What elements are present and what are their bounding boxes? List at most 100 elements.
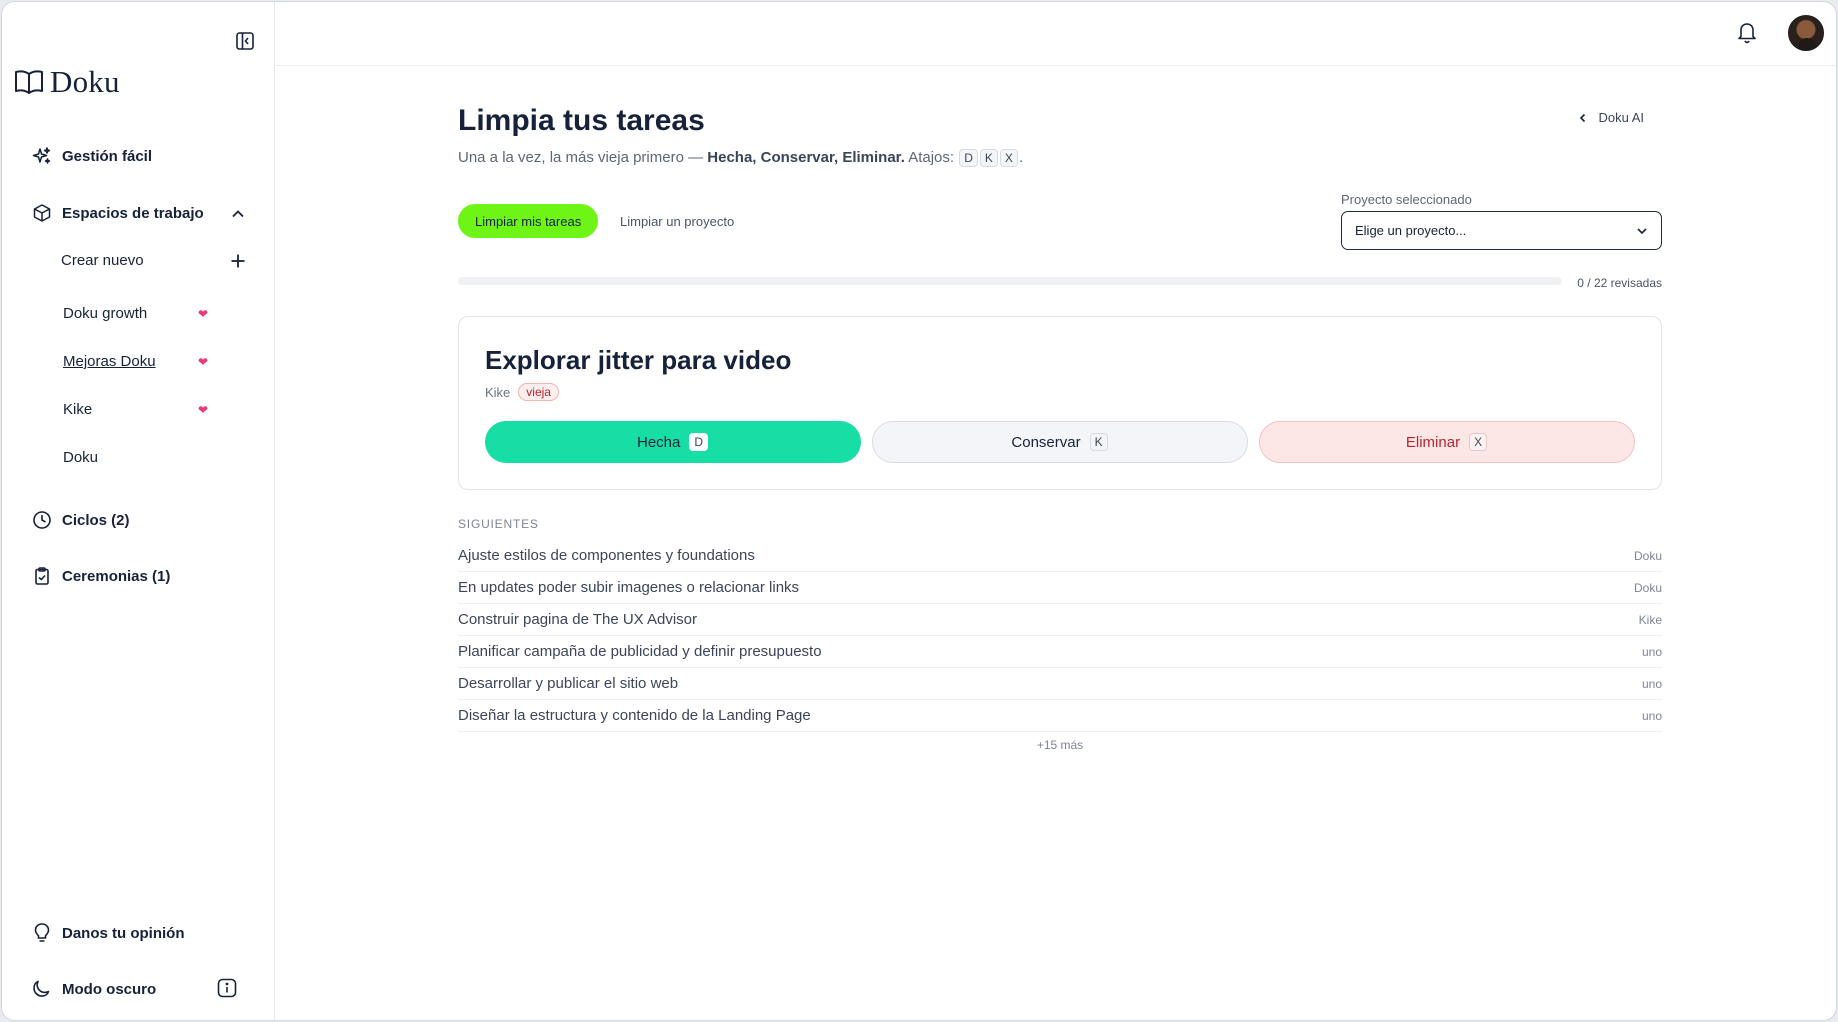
heart-icon: ❤ <box>197 354 208 369</box>
info-button[interactable] <box>217 978 237 1003</box>
subtitle-prefix: Una a la vez, la más vieja primero — <box>458 149 708 166</box>
page-subtitle: Una a la vez, la más vieja primero — Hec… <box>458 149 1024 168</box>
page-title: Limpia tus tareas <box>458 104 705 137</box>
next-task-project: Doku <box>1633 580 1662 595</box>
doku-ai-label: Doku AI <box>1598 110 1644 125</box>
next-task-project: uno <box>1641 676 1662 691</box>
shortcut-key-x: X <box>999 149 1018 168</box>
nav-label: Ciclos (2) <box>62 511 130 529</box>
workspaces-collapse-toggle[interactable] <box>230 206 246 227</box>
create-workspace-label: Crear nuevo <box>61 252 144 269</box>
cube-icon <box>33 204 51 222</box>
next-task-title: Diseñar la estructura y contenido de la … <box>458 707 811 724</box>
action-label: Hecha <box>636 433 681 451</box>
delete-button[interactable]: Eliminar X <box>1259 421 1635 463</box>
app-name: Doku <box>50 64 120 99</box>
next-task-row[interactable]: Diseñar la estructura y contenido de la … <box>458 700 1662 732</box>
heart-icon: ❤ <box>197 402 208 417</box>
next-task-row[interactable]: En updates poder subir imagenes o relaci… <box>458 572 1662 604</box>
workspace-label: Doku <box>63 449 99 466</box>
lightbulb-icon <box>34 923 50 942</box>
top-bar <box>275 2 1836 66</box>
next-task-title: Construir pagina de The UX Advisor <box>458 611 698 628</box>
current-task-title: Explorar jitter para video <box>485 345 792 375</box>
sidebar-collapse-icon <box>236 32 254 50</box>
clean-project-button[interactable]: Limpiar un proyecto <box>620 214 734 229</box>
nav-ciclos[interactable]: Ciclos (2) <box>32 510 130 530</box>
current-task-owner: Kike <box>485 384 511 400</box>
next-task-project: uno <box>1641 708 1662 723</box>
sidebar: Doku Gestión fácil Espacios de trabajo C… <box>2 2 275 1020</box>
workspace-item-mejoras-doku[interactable]: Mejoras Doku ❤ <box>63 353 208 370</box>
next-task-row[interactable]: Planificar campaña de publicidad y defin… <box>458 636 1662 668</box>
keep-button[interactable]: Conservar K <box>872 421 1248 463</box>
next-task-row[interactable]: Construir pagina de The UX Advisor Kike <box>458 604 1662 636</box>
doku-ai-link[interactable]: Doku AI <box>1578 110 1644 125</box>
next-tasks-heading: SIGUIENTES <box>458 517 539 531</box>
workspace-item-kike[interactable]: Kike ❤ <box>63 401 208 418</box>
feedback-button[interactable]: Danos tu opinión <box>32 922 184 944</box>
next-task-row[interactable]: Desarrollar y publicar el sitio web uno <box>458 668 1662 700</box>
clock-icon <box>33 511 51 529</box>
moon-icon <box>33 980 50 997</box>
next-task-title: Planificar campaña de publicidad y defin… <box>458 643 822 660</box>
current-task-card: Explorar jitter para video Kike vieja He… <box>458 316 1662 490</box>
shortcut-key-d: D <box>959 149 978 168</box>
sidebar-collapse-button[interactable] <box>234 30 256 52</box>
mark-done-button[interactable]: Hecha D <box>485 421 861 463</box>
action-shortcut-key: D <box>689 433 709 451</box>
heart-icon: ❤ <box>197 306 208 321</box>
next-task-project: uno <box>1641 644 1662 659</box>
current-task-age-badge: vieja <box>518 383 559 401</box>
review-progress-text: 0 / 22 revisadas <box>1577 276 1662 290</box>
action-label: Eliminar <box>1405 433 1461 451</box>
notifications-button[interactable] <box>1736 20 1758 49</box>
workspace-label: Doku growth <box>63 305 148 322</box>
project-select-label: Proyecto seleccionado <box>1341 192 1472 207</box>
chevron-up-icon <box>232 210 244 218</box>
subtitle-shortcuts-label: Atajos: <box>904 149 959 166</box>
info-icon <box>217 978 237 998</box>
workspace-label: Kike <box>63 401 93 418</box>
plus-icon <box>231 254 245 267</box>
sparkle-icon <box>32 147 51 164</box>
nav-ceremonias[interactable]: Ceremonias (1) <box>32 566 170 586</box>
more-tasks-link[interactable]: +15 más <box>458 738 1662 752</box>
workspace-label: Mejoras Doku <box>63 353 156 370</box>
review-progress-bar <box>458 277 1562 285</box>
project-select-value: Elige un proyecto... <box>1355 223 1467 238</box>
create-workspace-button[interactable]: Crear nuevo <box>61 252 246 269</box>
book-icon <box>15 70 43 94</box>
next-task-row[interactable]: Ajuste estilos de componentes y foundati… <box>458 540 1662 572</box>
bell-icon <box>1738 23 1756 44</box>
nav-gestion-facil[interactable]: Gestión fácil <box>32 146 152 166</box>
project-select[interactable]: Elige un proyecto... <box>1341 211 1662 250</box>
dark-mode-label: Modo oscuro <box>62 980 157 998</box>
next-tasks-list: Ajuste estilos de componentes y foundati… <box>458 540 1662 732</box>
app-window: Doku Gestión fácil Espacios de trabajo C… <box>1 1 1837 1021</box>
app-logo[interactable]: Doku <box>14 64 120 100</box>
action-shortcut-key: K <box>1089 433 1108 451</box>
feedback-label: Danos tu opinión <box>62 924 185 942</box>
action-label: Conservar <box>1011 433 1081 451</box>
workspace-item-doku[interactable]: Doku <box>63 449 208 466</box>
clean-my-tasks-button[interactable]: Limpiar mis tareas <box>458 204 599 238</box>
user-avatar[interactable] <box>1788 15 1824 51</box>
next-task-title: Desarrollar y publicar el sitio web <box>458 675 679 692</box>
next-task-title: Ajuste estilos de componentes y foundati… <box>458 547 755 564</box>
subtitle-actions: Hecha, Conservar, Eliminar. <box>707 149 905 166</box>
next-task-title: En updates poder subir imagenes o relaci… <box>458 579 800 596</box>
nav-label: Espacios de trabajo <box>62 204 204 222</box>
nav-espacios-de-trabajo[interactable]: Espacios de trabajo <box>32 203 204 223</box>
current-task-meta: Kike vieja <box>485 383 559 401</box>
chevron-left-icon <box>1580 113 1586 122</box>
subtitle-suffix: . <box>1018 149 1024 166</box>
dark-mode-toggle[interactable]: Modo oscuro <box>32 979 156 999</box>
next-task-project: Doku <box>1633 548 1662 563</box>
next-task-project: Kike <box>1638 612 1662 627</box>
action-shortcut-key: X <box>1469 433 1488 451</box>
workspace-item-doku-growth[interactable]: Doku growth ❤ <box>63 305 208 322</box>
shortcut-key-k: K <box>979 149 998 168</box>
chevron-down-icon <box>1637 227 1647 234</box>
clipboard-icon <box>35 567 49 585</box>
